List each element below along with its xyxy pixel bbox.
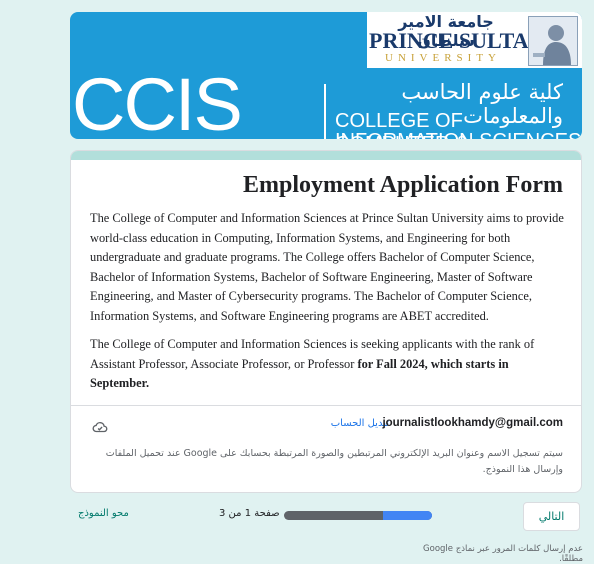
card-divider	[71, 405, 581, 406]
form-header-card: Employment Application Form The College …	[70, 150, 582, 493]
progress-fill	[382, 511, 432, 520]
university-emblem-icon	[528, 16, 578, 66]
college-abbreviation: CCIS	[72, 63, 243, 140]
description-paragraph-1: The College of Computer and Information …	[90, 211, 564, 323]
banner-divider	[324, 84, 326, 139]
college-name-english-line2: INFORMATION SCIENCES	[335, 130, 581, 139]
header-banner: CCIS كلية علوم الحاسب والمعلومات COLLEGE…	[70, 12, 582, 139]
next-button[interactable]: التالي	[523, 502, 580, 531]
description-paragraph-2: The College of Computer and Information …	[90, 335, 564, 394]
university-word: UNIVERSITY	[385, 52, 501, 64]
progress-bar	[284, 511, 432, 520]
clear-form-link[interactable]: محو النموذج	[78, 508, 129, 519]
university-name-english: PRINCE SULTAN	[369, 28, 545, 53]
cloud-off-icon	[91, 418, 109, 436]
form-title: Employment Application Form	[242, 172, 563, 198]
account-email: journalistlookhamdy@gmail.com	[382, 417, 563, 429]
university-logo: جامعة الامير سلطان PRINCE SULTAN UNIVERS…	[367, 12, 582, 68]
form-description: The College of Computer and Information …	[90, 209, 564, 403]
card-accent-bar	[71, 151, 581, 160]
privacy-notice: سيتم تسجيل الاسم وعنوان البريد الإلكترون…	[105, 448, 563, 475]
page-indicator: صفحة 1 من 3	[219, 508, 280, 519]
account-row: تبديل الحساب journalistlookhamdy@gmail.c…	[71, 415, 581, 437]
switch-account-link[interactable]: تبديل الحساب	[331, 418, 389, 429]
password-warning: عدم إرسال كلمات المرور عبر نماذج Google …	[423, 544, 583, 564]
